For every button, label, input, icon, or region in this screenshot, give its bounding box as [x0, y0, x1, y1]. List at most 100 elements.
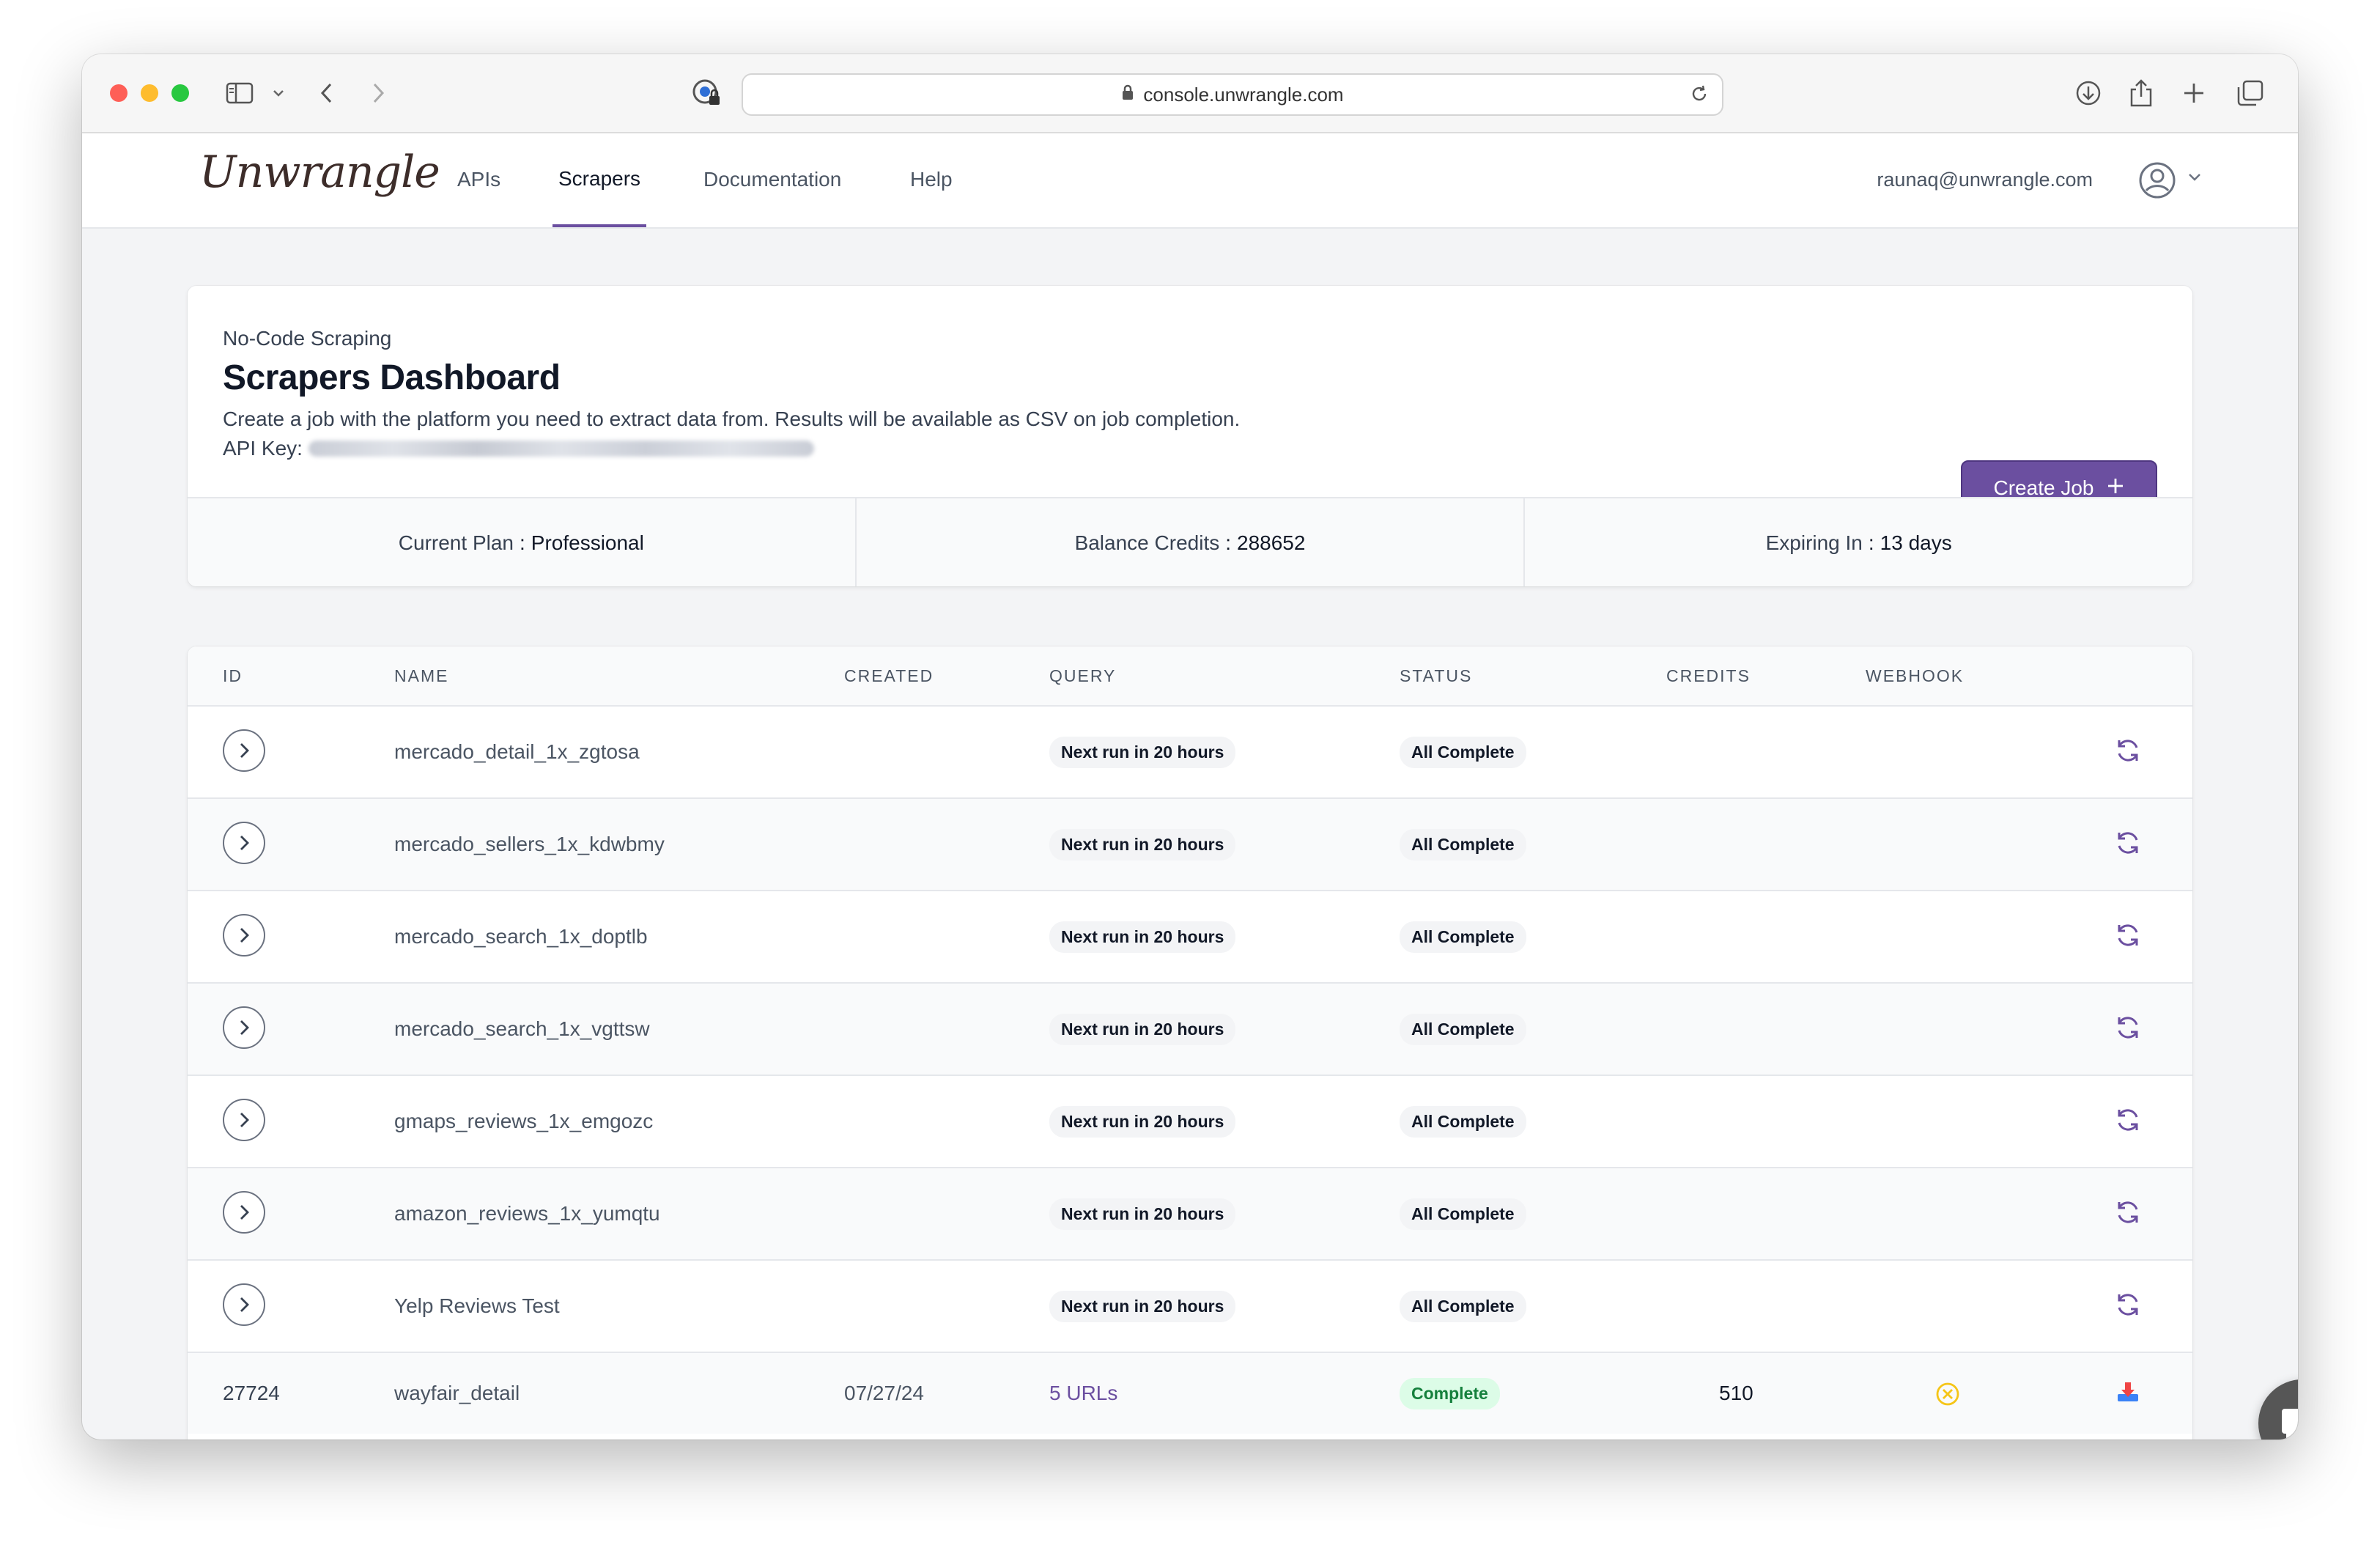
- schedule-badge: Next run in 20 hours: [1049, 1290, 1236, 1322]
- back-icon[interactable]: [318, 76, 336, 110]
- column-header-id[interactable]: ID: [223, 646, 243, 705]
- chevron-right-icon: [240, 743, 249, 758]
- status-badge: All Complete: [1400, 828, 1526, 860]
- refresh-icon[interactable]: [2113, 828, 2143, 861]
- job-name: mercado_sellers_1x_kdwbmy: [394, 833, 665, 855]
- table-row[interactable]: gmaps_reviews_1x_emgozc Next run in 20 h…: [188, 1076, 2192, 1168]
- column-header-name[interactable]: NAME: [394, 646, 448, 705]
- stat-label: Balance Credits: [1074, 531, 1220, 554]
- status-badge: All Complete: [1400, 1198, 1526, 1230]
- dashboard-header-card: No-Code Scraping Scrapers Dashboard Crea…: [188, 286, 2192, 586]
- lock-icon: [1121, 84, 1134, 106]
- sidebar-toggle-icon[interactable]: [226, 76, 255, 110]
- expand-row-button[interactable]: [223, 729, 265, 772]
- expand-row-button[interactable]: [223, 822, 265, 864]
- chevron-right-icon: [240, 1113, 249, 1127]
- expand-row-button[interactable]: [223, 1099, 265, 1141]
- refresh-icon[interactable]: [2113, 1198, 2143, 1231]
- table-row[interactable]: mercado_sellers_1x_kdwbmy Next run in 20…: [188, 799, 2192, 891]
- schedule-badge: Next run in 20 hours: [1049, 1105, 1236, 1138]
- stat-label: Current Plan: [398, 531, 514, 554]
- new-tab-icon[interactable]: [2182, 76, 2206, 110]
- job-name: mercado_search_1x_doptlb: [394, 925, 648, 948]
- reload-icon[interactable]: [1690, 84, 1709, 108]
- schedule-badge: Next run in 20 hours: [1049, 736, 1236, 768]
- job-name: wayfair_detail: [394, 1382, 520, 1404]
- address-bar[interactable]: console.unwrangle.com: [742, 73, 1723, 116]
- query-cell: Next run in 20 hours: [1049, 707, 1236, 797]
- column-header-created[interactable]: CREATED: [844, 646, 934, 705]
- user-avatar-icon[interactable]: [2138, 161, 2176, 203]
- app-navbar: Unwrangle APIs Scrapers Documentation He…: [82, 133, 2298, 229]
- job-name: mercado_detail_1x_zgtosa: [394, 740, 640, 763]
- refresh-icon[interactable]: [2113, 736, 2143, 769]
- nav-link-documentation[interactable]: Documentation: [703, 133, 841, 226]
- column-header-query[interactable]: QUERY: [1049, 646, 1116, 705]
- table-row[interactable]: 27724 wayfair_detail 07/27/24 5 URLs Com…: [188, 1353, 2192, 1434]
- api-key-value-redacted[interactable]: [308, 441, 814, 457]
- page-eyebrow: No-Code Scraping: [223, 327, 392, 350]
- status-badge: All Complete: [1400, 736, 1526, 768]
- stat-current-plan: Current Plan : Professional: [188, 498, 857, 586]
- stat-balance-credits: Balance Credits : 288652: [857, 498, 1526, 586]
- refresh-icon[interactable]: [2113, 1013, 2143, 1046]
- refresh-icon[interactable]: [2113, 1105, 2143, 1138]
- status-cell: All Complete: [1400, 799, 1526, 890]
- status-cell: All Complete: [1400, 891, 1526, 982]
- status-cell: All Complete: [1400, 984, 1526, 1075]
- status-cell: All Complete: [1400, 1261, 1526, 1352]
- refresh-icon[interactable]: [2113, 921, 2143, 954]
- refresh-icon[interactable]: [2113, 1290, 2143, 1323]
- share-icon[interactable]: [2128, 76, 2154, 110]
- status-cell: All Complete: [1400, 707, 1526, 797]
- forward-icon[interactable]: [369, 76, 387, 110]
- browser-window: console.unwrangle.com Unwrangle APIs Scr…: [82, 54, 2298, 1440]
- table-row[interactable]: mercado_search_1x_doptlb Next run in 20 …: [188, 891, 2192, 984]
- expand-row-button[interactable]: [223, 1283, 265, 1326]
- privacy-shield-icon[interactable]: [690, 76, 722, 110]
- downloads-icon[interactable]: [2074, 76, 2103, 110]
- table-row[interactable]: mercado_detail_1x_zgtosa Next run in 20 …: [188, 707, 2192, 799]
- job-name: Yelp Reviews Test: [394, 1294, 560, 1317]
- query-cell: Next run in 20 hours: [1049, 984, 1236, 1075]
- job-credits: 510: [1719, 1382, 1753, 1404]
- chevron-down-icon[interactable]: [2187, 172, 2203, 187]
- table-row[interactable]: amazon_reviews_1x_yumqtu Next run in 20 …: [188, 1168, 2192, 1261]
- table-header: ID NAME CREATED QUERY STATUS CREDITS WEB…: [188, 646, 2192, 707]
- query-urls-link[interactable]: 5 URLs: [1049, 1353, 1117, 1434]
- job-created: 07/27/24: [844, 1382, 924, 1404]
- close-window-button[interactable]: [110, 84, 128, 102]
- maximize-window-button[interactable]: [171, 84, 189, 102]
- unwrangle-logo[interactable]: Unwrangle: [199, 147, 440, 198]
- x-circle-icon[interactable]: [1934, 1381, 1961, 1411]
- expand-row-button[interactable]: [223, 1191, 265, 1234]
- status-cell: Complete: [1400, 1353, 1500, 1434]
- status-badge: All Complete: [1400, 1290, 1526, 1322]
- expand-row-button[interactable]: [223, 1006, 265, 1049]
- stat-separator: :: [1868, 531, 1874, 554]
- query-cell: Next run in 20 hours: [1049, 1168, 1236, 1259]
- minimize-window-button[interactable]: [141, 84, 158, 102]
- column-header-webhook[interactable]: WEBHOOK: [1866, 646, 1964, 705]
- download-icon[interactable]: [2115, 1379, 2141, 1409]
- nav-link-apis[interactable]: APIs: [457, 133, 500, 226]
- expand-row-button[interactable]: [223, 914, 265, 957]
- api-key-label: API Key:: [223, 437, 303, 460]
- nav-link-help[interactable]: Help: [910, 133, 953, 226]
- api-key-row: API Key:: [223, 437, 814, 460]
- schedule-badge: Next run in 20 hours: [1049, 1013, 1236, 1045]
- chevron-down-icon[interactable]: [271, 76, 286, 110]
- stat-value: 13 days: [1880, 531, 1952, 554]
- user-email[interactable]: raunaq@unwrangle.com: [1877, 133, 2093, 226]
- nav-link-scrapers[interactable]: Scrapers: [552, 133, 647, 227]
- query-cell: Next run in 20 hours: [1049, 799, 1236, 890]
- status-badge: All Complete: [1400, 1105, 1526, 1138]
- browser-toolbar: console.unwrangle.com: [82, 54, 2298, 133]
- page-title: Scrapers Dashboard: [223, 358, 561, 397]
- column-header-credits[interactable]: CREDITS: [1666, 646, 1751, 705]
- table-row[interactable]: mercado_search_1x_vgttsw Next run in 20 …: [188, 984, 2192, 1076]
- table-row[interactable]: Yelp Reviews Test Next run in 20 hours A…: [188, 1261, 2192, 1353]
- column-header-status[interactable]: STATUS: [1400, 646, 1472, 705]
- tab-overview-icon[interactable]: [2236, 76, 2264, 110]
- chat-widget-button[interactable]: [2258, 1379, 2298, 1440]
